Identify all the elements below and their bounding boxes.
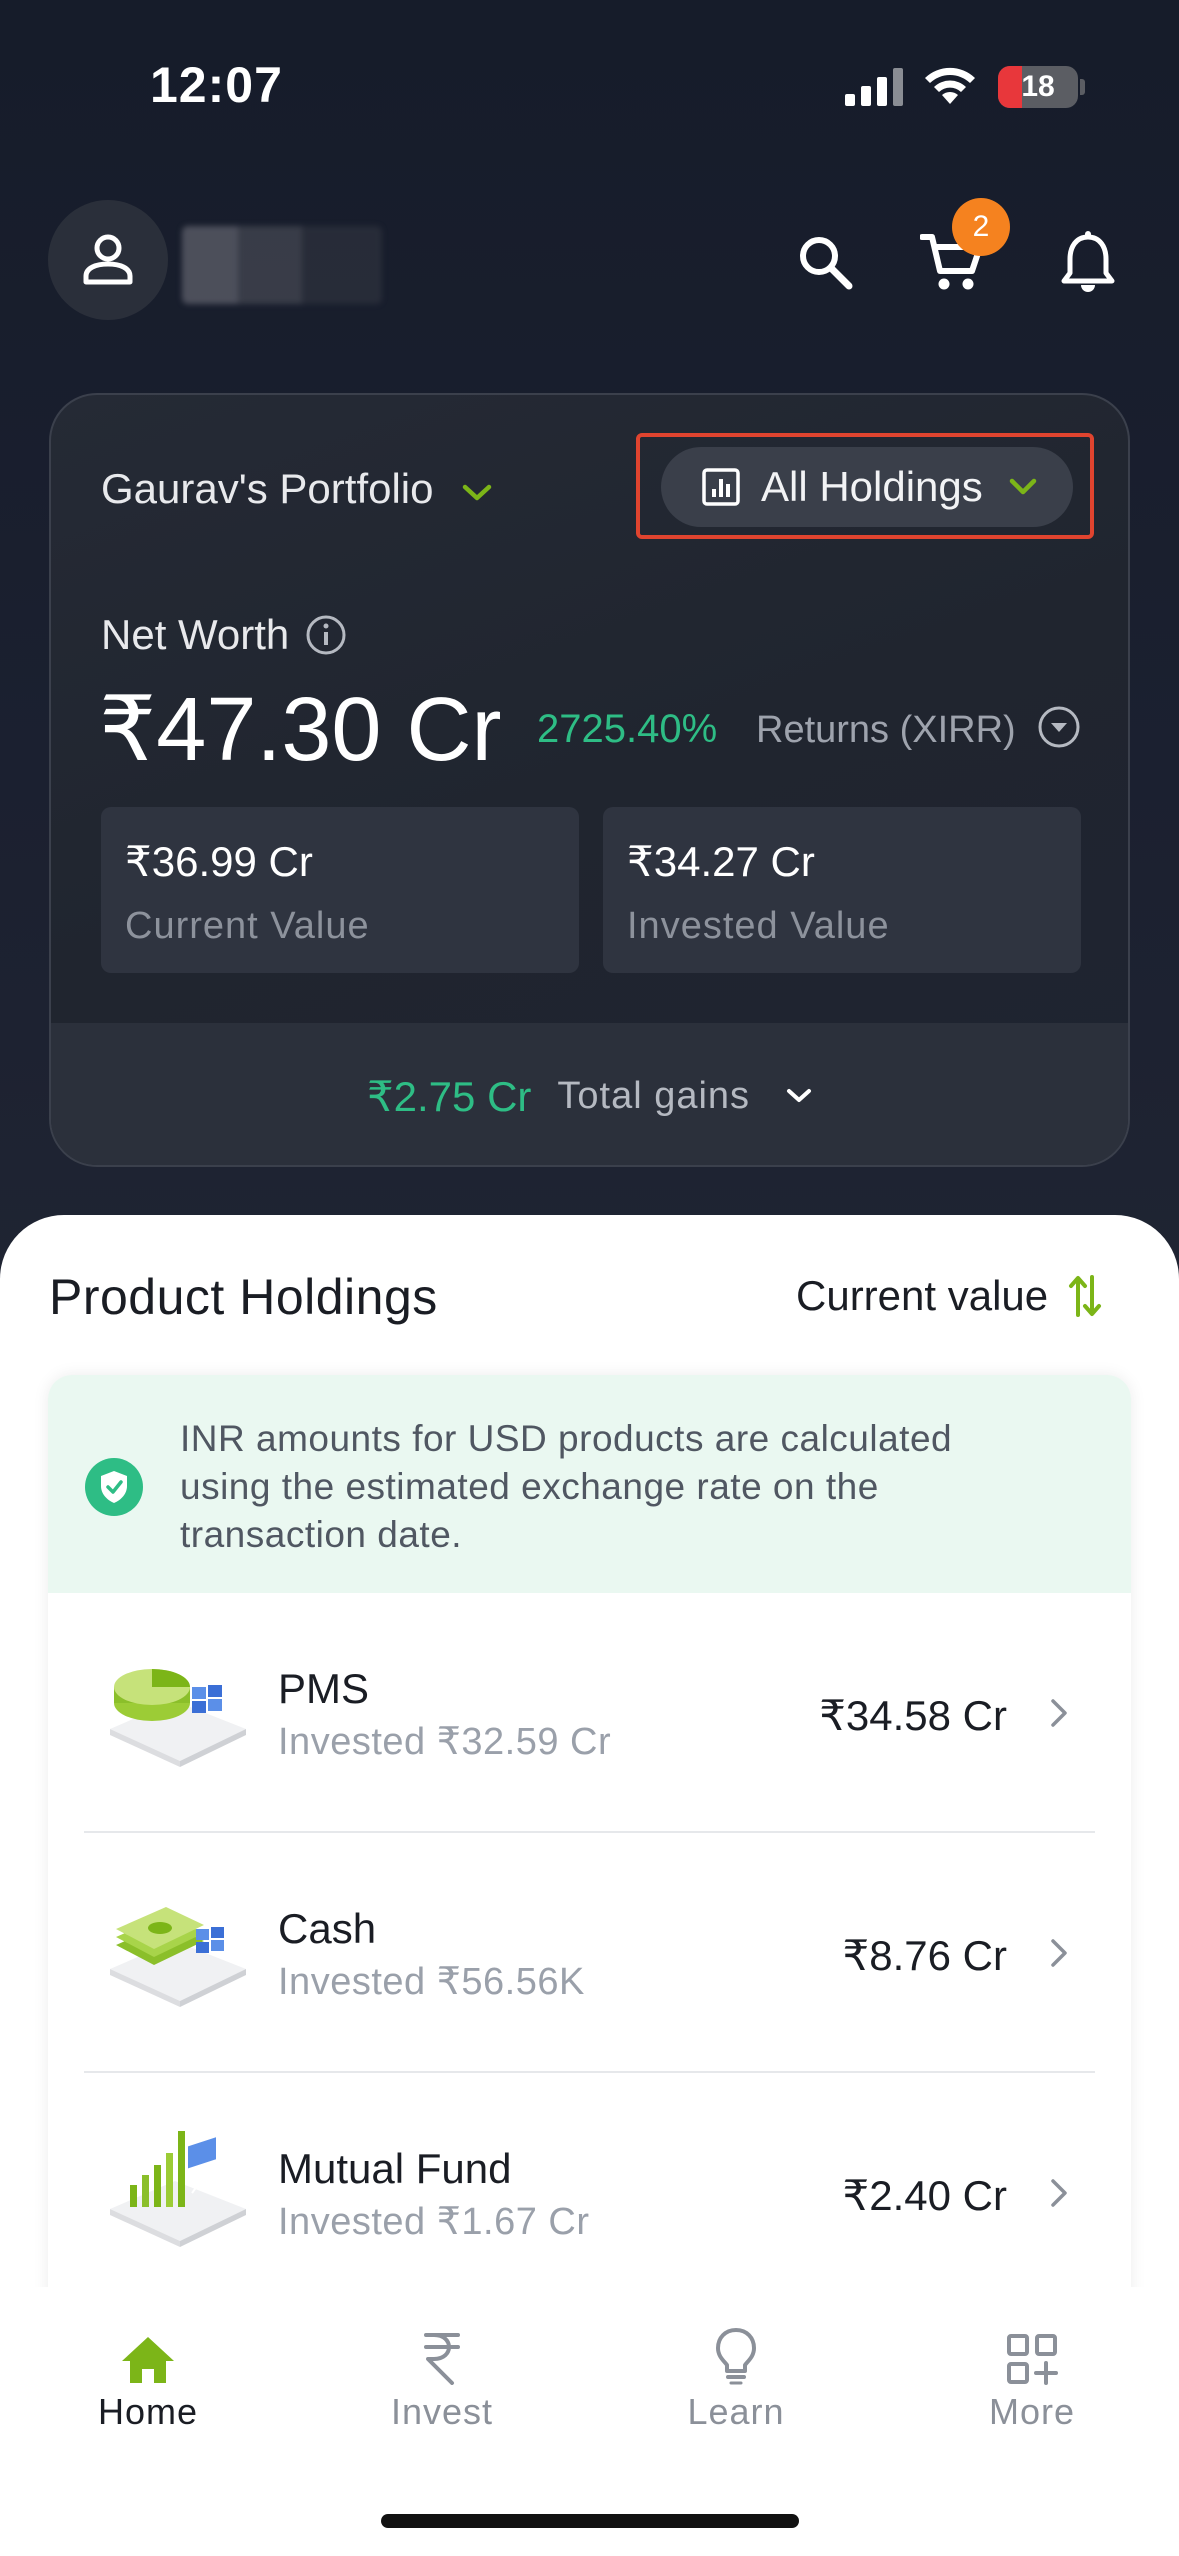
exchange-rate-notice: INR amounts for USD products are calcula… [48,1375,1131,1593]
returns-dropdown-icon[interactable] [1037,705,1081,749]
home-indicator [381,2514,799,2528]
blurred-username [182,226,382,304]
nav-label: More [988,2391,1076,2432]
wifi-icon [922,62,978,111]
total-gains-toggle[interactable]: ₹2.75 Cr Total gains [51,1023,1128,1165]
nav-more[interactable]: More [932,2319,1132,2433]
returns-percentage: 2725.40% [537,707,718,751]
pms-icon [100,1643,250,1773]
grid-plus-icon [932,2319,1132,2385]
all-holdings-dropdown[interactable]: All Holdings [661,447,1073,527]
chevron-right-icon [1049,1697,1069,1729]
chevron-down-icon [1009,477,1037,497]
returns-label: Returns (XIRR) [756,709,1016,751]
invested-value-box: ₹34.27 Cr Invested Value [603,807,1081,973]
total-gains-value: ₹2.75 Cr [366,1072,532,1120]
holding-name: Mutual Fund [278,2145,512,2192]
holding-name: PMS [278,1665,370,1712]
user-icon [83,234,133,285]
info-icon[interactable] [305,614,347,656]
status-time: 12:07 [150,57,283,113]
chart-icon [701,467,741,507]
bulb-icon [636,2319,836,2385]
holding-value: ₹2.40 Cr [842,2172,1007,2219]
search-icon [800,237,853,290]
home-icon [48,2319,248,2385]
holdings-list: INR amounts for USD products are calcula… [48,1375,1131,2375]
nav-home[interactable]: Home [48,2319,248,2433]
chevron-down-icon [786,1087,812,1105]
sort-button[interactable]: Current value [796,1272,1102,1320]
notifications-button[interactable] [1048,222,1128,302]
product-holdings-title: Product Holdings [49,1269,438,1325]
total-gains-label: Total gains [557,1074,751,1117]
portfolio-card: Gaurav's Portfolio All Holdings Net Wort… [49,393,1130,1167]
portfolio-selector[interactable]: Gaurav's Portfolio [101,465,492,513]
battery-level: 18 [1021,70,1055,103]
holding-row-pms[interactable]: PMS Invested ₹32.59 Cr ₹34.58 Cr [48,1593,1131,1833]
battery-nub [1080,79,1085,95]
current-value: ₹36.99 Cr [125,838,313,885]
search-button[interactable] [785,222,865,302]
chevron-down-icon [462,465,492,513]
nav-label: Home [97,2391,199,2432]
holding-row-mutual-fund[interactable]: Mutual Fund Invested ₹1.67 Cr ₹2.40 Cr [48,2073,1131,2313]
net-worth-value: ₹47.30 Cr [99,680,502,780]
notice-text: INR amounts for USD products are calcula… [180,1418,953,1555]
cart-badge: 2 [952,198,1010,256]
holding-invested: Invested ₹32.59 Cr [278,1721,612,1763]
holding-invested: Invested ₹56.56K [278,1961,585,2003]
shield-check-icon [84,1457,144,1517]
rupee-icon [342,2319,542,2385]
sort-icon [1068,1275,1102,1317]
nav-invest[interactable]: Invest [342,2319,542,2433]
battery-icon: 18 [998,66,1078,108]
invested-value: ₹34.27 Cr [627,838,815,885]
signal-icon [845,68,907,111]
cash-icon [100,1883,250,2013]
current-value-label: Current Value [125,905,370,947]
mutual-fund-icon [100,2123,250,2253]
net-worth-label: Net Worth [101,611,290,658]
nav-label: Invest [390,2391,494,2432]
chevron-right-icon [1049,1937,1069,1969]
holding-invested: Invested ₹1.67 Cr [278,2201,590,2243]
holding-row-cash[interactable]: Cash Invested ₹56.56K ₹8.76 Cr [48,1833,1131,2073]
holding-value: ₹8.76 Cr [842,1932,1007,1979]
nav-label: Learn [687,2391,785,2432]
holdings-filter-label: All Holdings [761,463,983,510]
net-worth-label-row: Net Worth [101,611,347,659]
nav-learn[interactable]: Learn [636,2319,836,2433]
current-value-box: ₹36.99 Cr Current Value [101,807,579,973]
holding-name: Cash [278,1905,377,1952]
bell-icon [1061,231,1115,292]
chevron-right-icon [1049,2177,1069,2209]
invested-value-label: Invested Value [627,905,890,947]
profile-avatar-button[interactable] [48,200,168,320]
portfolio-name: Gaurav's Portfolio [101,465,434,512]
holding-value: ₹34.58 Cr [819,1692,1007,1739]
sort-label: Current value [796,1272,1049,1319]
